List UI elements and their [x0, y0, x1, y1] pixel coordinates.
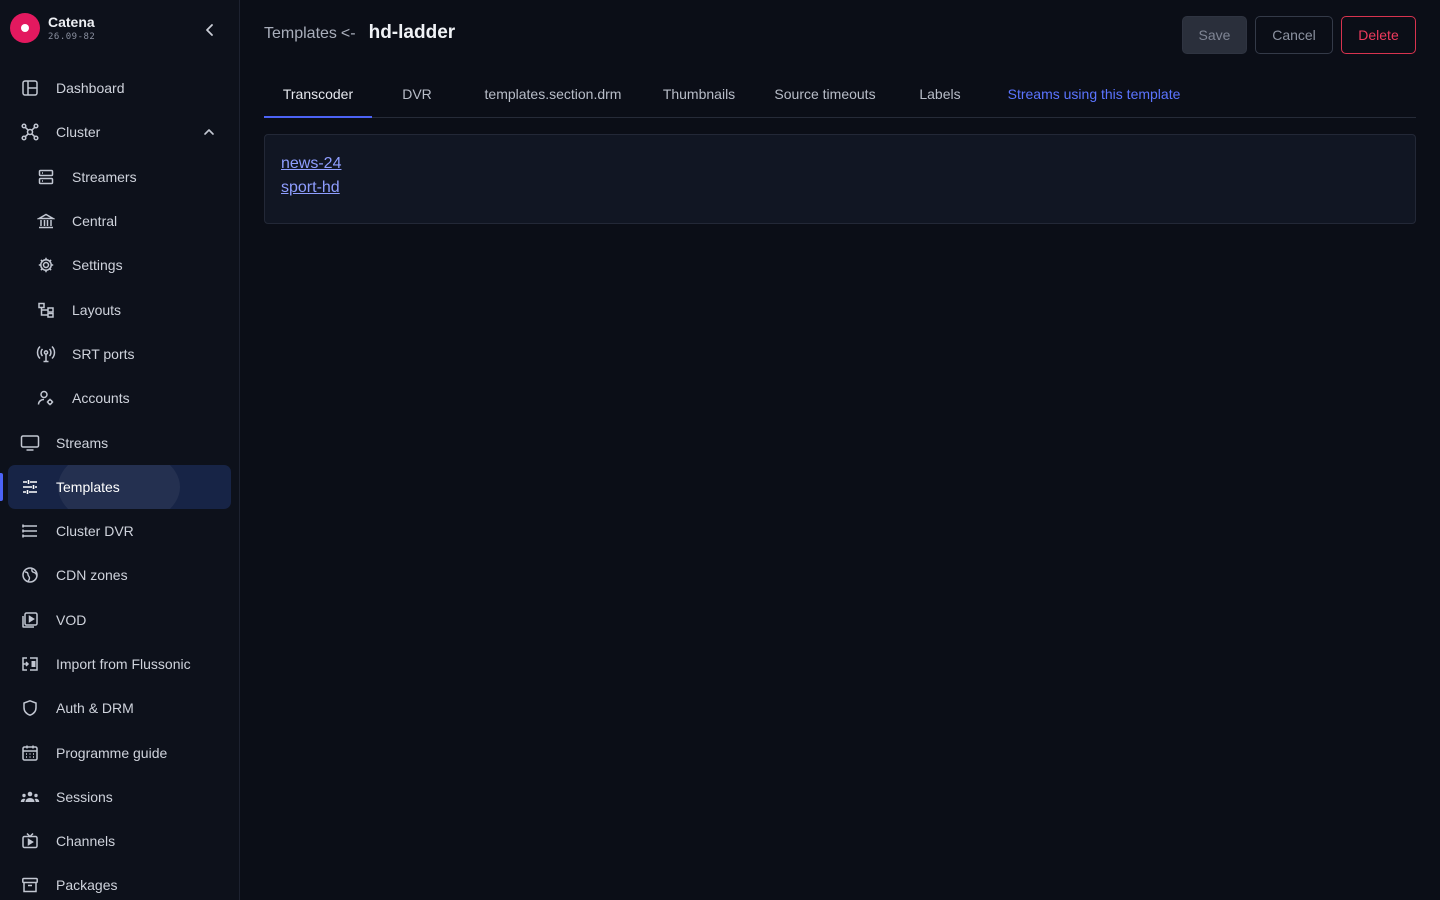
sidebar-item-templates[interactable]: Templates [0, 464, 240, 509]
layouts-icon [36, 300, 56, 320]
tab-source-timeouts[interactable]: Source timeouts [764, 70, 886, 117]
sidebar-item-label: Layouts [72, 301, 122, 318]
globe-icon [20, 565, 40, 585]
sidebar-item-label: Channels [56, 833, 116, 850]
catena-logo [10, 13, 40, 43]
gear-icon [36, 255, 56, 275]
sidebar-item-label: Auth & DRM [56, 700, 134, 717]
save-button[interactable]: Save [1182, 16, 1247, 54]
sidebar-item-srt-ports[interactable]: SRT ports [0, 332, 240, 376]
bank-icon [36, 211, 56, 231]
sidebar-item-label: SRT ports [72, 345, 135, 362]
chevron-left-icon [206, 24, 213, 36]
sidebar-item-accounts[interactable]: Accounts [0, 376, 240, 420]
sidebar-item-cdn-zones[interactable]: CDN zones [0, 553, 240, 597]
sidebar-item-label: Import from Flussonic [56, 656, 191, 672]
sidebar-item-label: Programme guide [56, 744, 168, 761]
monitor-icon [20, 433, 40, 453]
brand-version: 26.09-82 [48, 32, 96, 42]
sidebar-item-label: Cluster [56, 124, 101, 141]
sliders-icon [20, 477, 40, 497]
sidebar-item-cluster[interactable]: Cluster [0, 110, 240, 154]
sidebar-item-central[interactable]: Central [0, 199, 240, 243]
sidebar-item-streams[interactable]: Streams [0, 420, 240, 464]
breadcrumb: Templates <- hd-ladder [264, 22, 455, 48]
dashboard-icon [20, 78, 40, 98]
action-buttons: Save Cancel Delete [1182, 16, 1416, 54]
sidebar-item-channels[interactable]: Channels [0, 819, 240, 863]
brand-name: Catena [48, 14, 95, 30]
sidebar-item-label: Cluster DVR [56, 523, 134, 540]
sidebar-item-cluster-dvr[interactable]: Cluster DVR [0, 509, 240, 553]
video-library-icon [20, 610, 40, 630]
sidebar: Catena 26.09-82 Dashboard Cluster Stream… [0, 0, 240, 900]
sidebar-item-streamers[interactable]: Streamers [0, 155, 240, 199]
tab-labels[interactable]: Labels [912, 70, 968, 117]
sidebar-item-label: CDN zones [56, 567, 128, 584]
sidebar-item-layouts[interactable]: Layouts [0, 287, 240, 331]
tab-dvr[interactable]: DVR [388, 70, 446, 117]
sidebar-nav: Dashboard Cluster Streamers Central Sett… [0, 66, 240, 900]
tv-play-icon [20, 831, 40, 851]
tab-transcoder[interactable]: Transcoder [264, 70, 372, 118]
breadcrumb-parent-link[interactable]: Templates [264, 25, 337, 43]
tab-thumbnails[interactable]: Thumbnails [654, 70, 744, 117]
sidebar-item-label: Sessions [56, 788, 113, 805]
streams-list-panel: news-24 sport-hd [264, 134, 1416, 224]
users-icon [20, 787, 40, 807]
sidebar-item-label: Accounts [72, 390, 130, 407]
cancel-button[interactable]: Cancel [1255, 16, 1333, 54]
sidebar-item-label: Streamers [72, 168, 137, 185]
calendar-icon [20, 743, 40, 763]
server-icon [36, 167, 56, 187]
main-content: Templates <- hd-ladder Save Cancel Delet… [264, 0, 1416, 900]
breadcrumb-separator: <- [340, 25, 356, 42]
sidebar-item-dashboard[interactable]: Dashboard [0, 66, 240, 110]
sidebar-item-label: Central [72, 213, 118, 230]
sidebar-item-programme-guide[interactable]: Programme guide [0, 730, 240, 774]
stream-link-news-24[interactable]: news-24 [281, 152, 341, 176]
tab-drm[interactable]: templates.section.drm [470, 70, 636, 117]
user-gear-icon [36, 388, 56, 408]
archive-icon [20, 875, 40, 895]
sidebar-item-label: Settings [72, 257, 123, 274]
sidebar-item-label: VOD [56, 611, 87, 628]
sidebar-item-sessions[interactable]: Sessions [0, 775, 240, 819]
sidebar-item-label: Streams [56, 434, 109, 451]
collapse-sidebar-button[interactable] [196, 18, 224, 42]
sidebar-item-label: Dashboard [56, 80, 125, 97]
stream-link-sport-hd[interactable]: sport-hd [281, 176, 340, 200]
sidebar-item-label: Templates [56, 478, 120, 495]
storage-icon [20, 521, 40, 541]
cluster-icon [20, 122, 40, 142]
page-title: hd-ladder [368, 22, 456, 43]
sidebar-item-label: Packages [56, 877, 118, 894]
tab-streams-using-template[interactable]: Streams using this template [994, 70, 1194, 117]
active-indicator [0, 472, 3, 501]
tab-bar: Transcoder DVR templates.section.drm Thu… [264, 70, 1416, 118]
chevron-up-icon[interactable] [200, 123, 218, 141]
shield-icon [20, 698, 40, 718]
sidebar-item-packages[interactable]: Packages [0, 863, 240, 900]
sidebar-item-import-flussonic[interactable]: Import from Flussonic [0, 642, 240, 686]
sidebar-item-settings[interactable]: Settings [0, 243, 240, 287]
import-icon [20, 654, 40, 674]
sidebar-item-vod[interactable]: VOD [0, 598, 240, 642]
sidebar-item-auth-drm[interactable]: Auth & DRM [0, 686, 240, 730]
delete-button[interactable]: Delete [1341, 16, 1416, 54]
broadcast-icon [36, 344, 56, 364]
